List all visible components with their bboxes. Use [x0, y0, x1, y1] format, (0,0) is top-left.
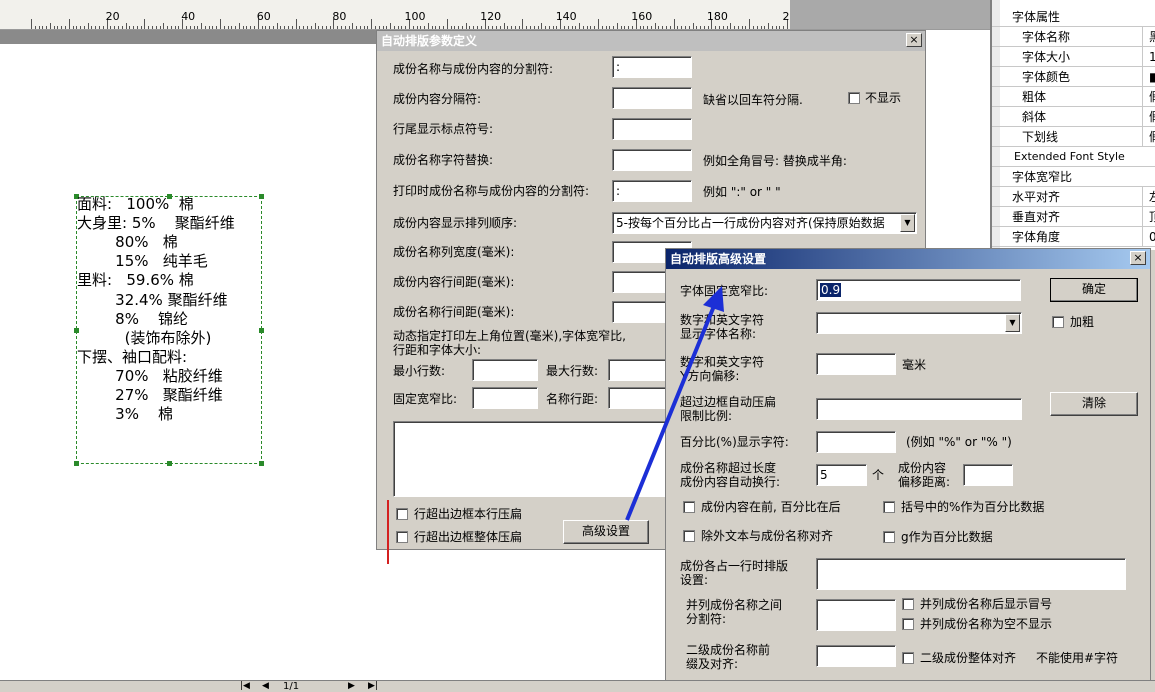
arrow-line	[625, 305, 716, 521]
status-bar: |◀ ◀ 1/1 ▶ ▶|	[0, 680, 1155, 692]
page-last-icon[interactable]: ▶|	[368, 681, 378, 692]
page-next-icon[interactable]: ▶	[348, 681, 355, 692]
page-prev-icon[interactable]: ◀	[262, 681, 269, 692]
page-first-icon[interactable]: |◀	[240, 681, 250, 692]
page-indicator: 1/1	[283, 681, 300, 692]
arrow-head	[703, 286, 724, 312]
arrow-annotation	[625, 286, 724, 521]
